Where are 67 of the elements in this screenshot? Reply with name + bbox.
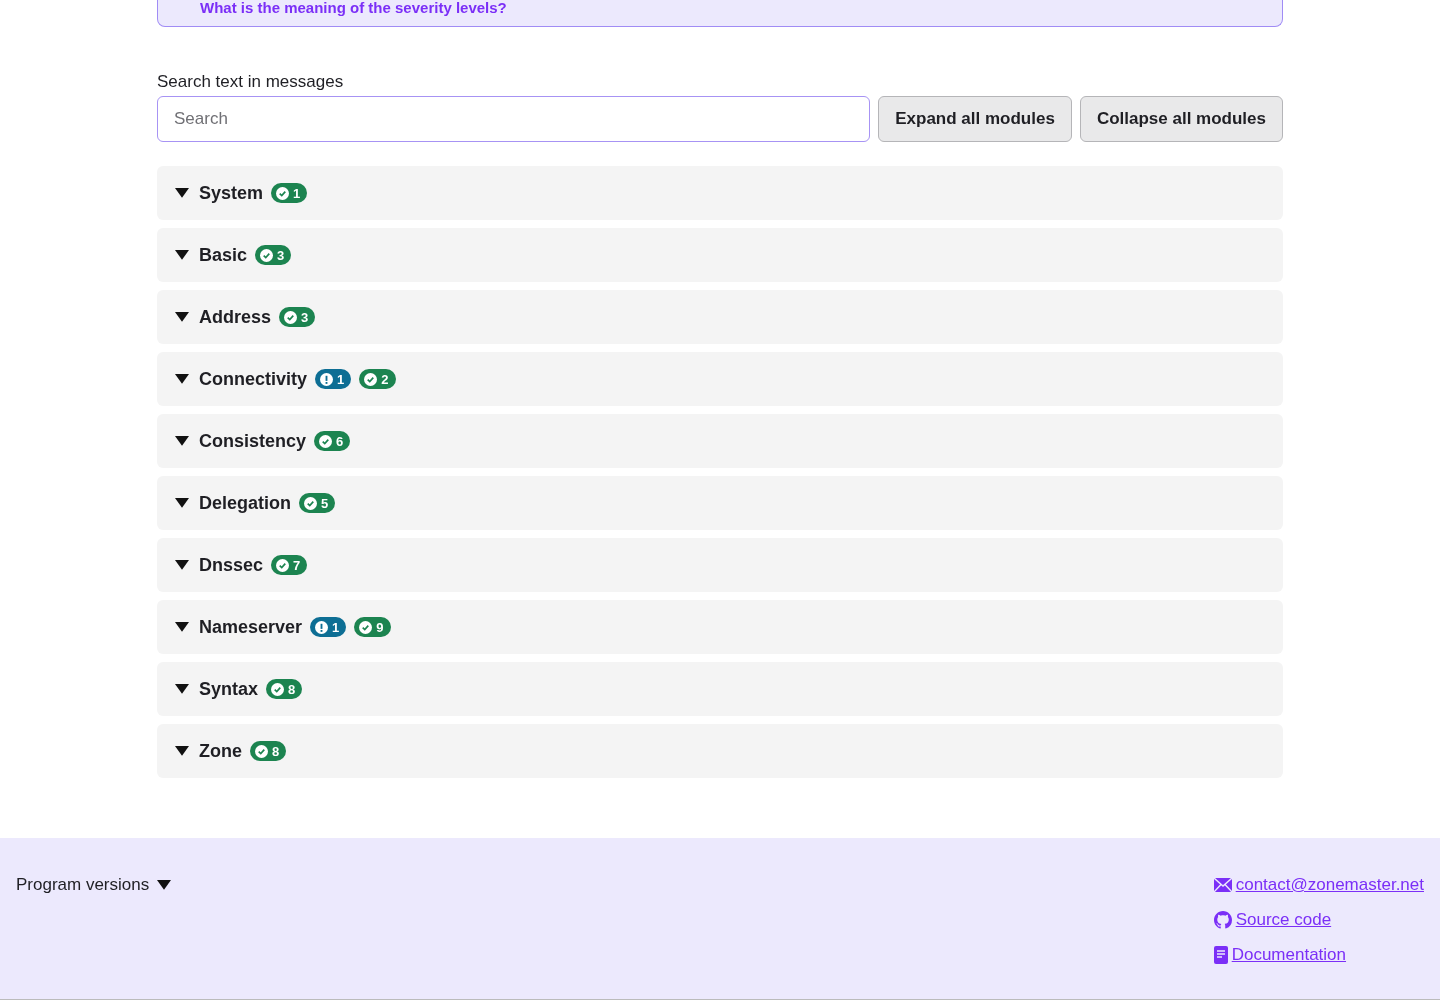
count-badge: 1	[271, 183, 308, 203]
github-icon	[1213, 911, 1232, 929]
caret-icon	[175, 498, 189, 508]
count-badge: 5	[299, 493, 336, 513]
count-badge: 7	[271, 555, 308, 575]
check-icon	[359, 620, 373, 634]
program-versions-toggle[interactable]: Program versions	[16, 874, 172, 896]
check-icon	[271, 682, 285, 696]
check-icon	[276, 558, 290, 572]
caret-icon	[175, 560, 189, 570]
module-name: Zone	[199, 740, 242, 762]
caret-icon	[175, 250, 189, 260]
caret-icon	[175, 374, 189, 384]
module-header[interactable]: Address 3	[157, 290, 1283, 344]
module-header[interactable]: Nameserver 1 9	[157, 600, 1283, 654]
search-field[interactable]: Search	[157, 96, 871, 142]
faq-link[interactable]: What is the meaning of the severity levels?	[200, 0, 507, 16]
document-icon	[1213, 946, 1228, 964]
module-header[interactable]: Syntax 8	[157, 662, 1283, 716]
module-name: Basic	[199, 244, 248, 266]
caret-icon	[175, 684, 189, 694]
check-icon	[364, 372, 378, 386]
caret-icon	[175, 312, 189, 322]
module-name: System	[199, 182, 264, 204]
collapse-all-button[interactable]: Collapse all modules	[1079, 96, 1283, 142]
module-header[interactable]: Connectivity 1 2	[157, 352, 1283, 406]
module-header[interactable]: Delegation 5	[157, 476, 1283, 530]
module-header[interactable]: Dnssec 7	[157, 538, 1283, 592]
search-label: Search text in messages	[157, 72, 345, 92]
check-icon	[255, 744, 268, 758]
module-header[interactable]: Zone 8	[157, 724, 1283, 778]
count-badge: 1	[310, 617, 347, 637]
expand-all-button[interactable]: Expand all modules	[878, 96, 1072, 142]
count-badge: 2	[359, 369, 396, 389]
check-icon	[319, 434, 333, 448]
check-icon	[260, 248, 274, 262]
caret-icon	[157, 880, 172, 890]
count-badge: 9	[354, 617, 391, 637]
check-icon	[304, 496, 317, 510]
module-name: Syntax	[199, 678, 259, 700]
check-icon	[276, 186, 290, 200]
exclamation-icon	[315, 620, 329, 634]
exclamation-icon	[320, 372, 334, 386]
module-header[interactable]: Basic 3	[157, 228, 1283, 282]
count-badge: 1	[315, 369, 352, 389]
count-badge: 3	[279, 307, 316, 327]
module-name: Address	[199, 306, 272, 328]
caret-icon	[175, 622, 189, 632]
footer-link[interactable]: Source code	[1213, 909, 1424, 931]
footer-link[interactable]: contact@zonemaster.net	[1213, 874, 1424, 896]
footer-link[interactable]: Documentation	[1213, 944, 1424, 966]
module-name: Nameserver	[199, 616, 303, 638]
count-badge: 6	[314, 431, 351, 451]
module-header[interactable]: Consistency 6	[157, 414, 1283, 468]
module-name: Consistency	[199, 430, 307, 452]
caret-icon	[175, 436, 189, 446]
envelope-icon	[1213, 878, 1232, 892]
caret-icon	[175, 746, 189, 756]
module-name: Connectivity	[199, 368, 308, 390]
module-header[interactable]: System 1	[157, 166, 1283, 220]
module-name: Dnssec	[199, 554, 264, 576]
count-badge: 3	[255, 245, 292, 265]
count-badge: 8	[266, 679, 303, 699]
module-name: Delegation	[199, 492, 291, 514]
count-badge: 8	[250, 741, 287, 761]
check-icon	[284, 310, 298, 324]
caret-icon	[175, 188, 189, 198]
